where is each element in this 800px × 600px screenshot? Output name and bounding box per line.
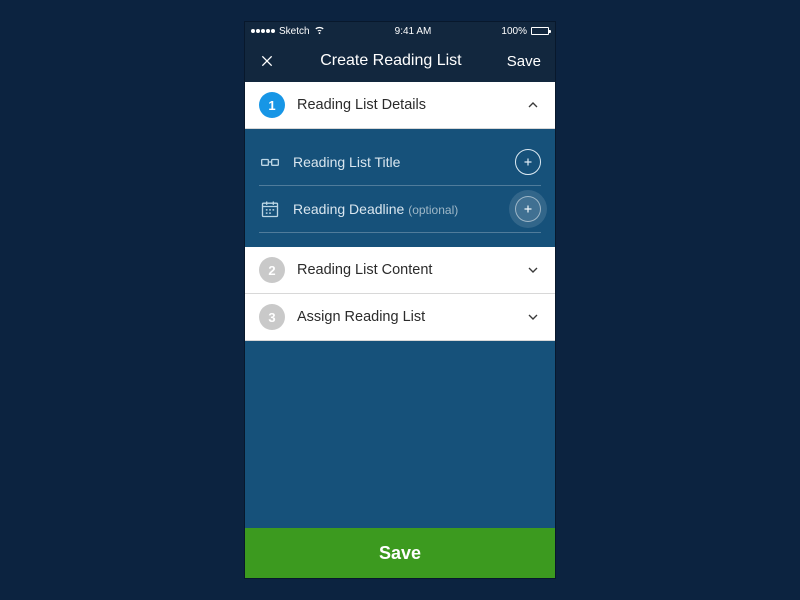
- signal-dots-icon: [251, 29, 275, 33]
- section-body-details: Reading List Title Reading Deadline (opt…: [245, 129, 555, 247]
- section-label-details: Reading List Details: [297, 97, 513, 113]
- phone-frame: Sketch 9:41 AM 100% Create Reading List …: [245, 22, 555, 578]
- battery-percent: 100%: [501, 26, 527, 37]
- section-header-content[interactable]: 2 Reading List Content: [245, 247, 555, 294]
- status-left: Sketch: [251, 24, 325, 38]
- page-title: Create Reading List: [320, 52, 461, 70]
- status-time: 9:41 AM: [395, 26, 432, 37]
- section-label-assign: Assign Reading List: [297, 309, 513, 325]
- section-header-assign[interactable]: 3 Assign Reading List: [245, 294, 555, 341]
- close-button[interactable]: [259, 53, 275, 69]
- section-label-content: Reading List Content: [297, 262, 513, 278]
- deadline-text: Reading Deadline: [293, 201, 408, 217]
- row-reading-deadline[interactable]: Reading Deadline (optional): [259, 186, 541, 233]
- add-deadline-button[interactable]: [515, 196, 541, 222]
- chevron-down-icon: [525, 309, 541, 325]
- calendar-icon: [259, 198, 281, 220]
- glasses-icon: [259, 151, 281, 173]
- save-button[interactable]: Save: [245, 528, 555, 578]
- save-button-label: Save: [379, 543, 421, 564]
- nav-bar: Create Reading List Save: [245, 40, 555, 82]
- step-badge-2: 2: [259, 257, 285, 283]
- step-badge-3: 3: [259, 304, 285, 330]
- add-title-button[interactable]: [515, 149, 541, 175]
- row-label-title: Reading List Title: [293, 154, 503, 170]
- chevron-up-icon: [525, 97, 541, 113]
- status-right: 100%: [501, 26, 549, 37]
- deadline-optional: (optional): [408, 203, 458, 217]
- wifi-icon: [314, 24, 325, 38]
- battery-icon: [531, 27, 549, 35]
- status-bar: Sketch 9:41 AM 100%: [245, 22, 555, 40]
- content-spacer: [245, 341, 555, 528]
- row-label-deadline: Reading Deadline (optional): [293, 201, 503, 217]
- chevron-down-icon: [525, 262, 541, 278]
- row-reading-list-title[interactable]: Reading List Title: [259, 139, 541, 186]
- carrier-label: Sketch: [279, 26, 310, 37]
- step-badge-1: 1: [259, 92, 285, 118]
- nav-save-button[interactable]: Save: [507, 53, 541, 70]
- section-header-details[interactable]: 1 Reading List Details: [245, 82, 555, 129]
